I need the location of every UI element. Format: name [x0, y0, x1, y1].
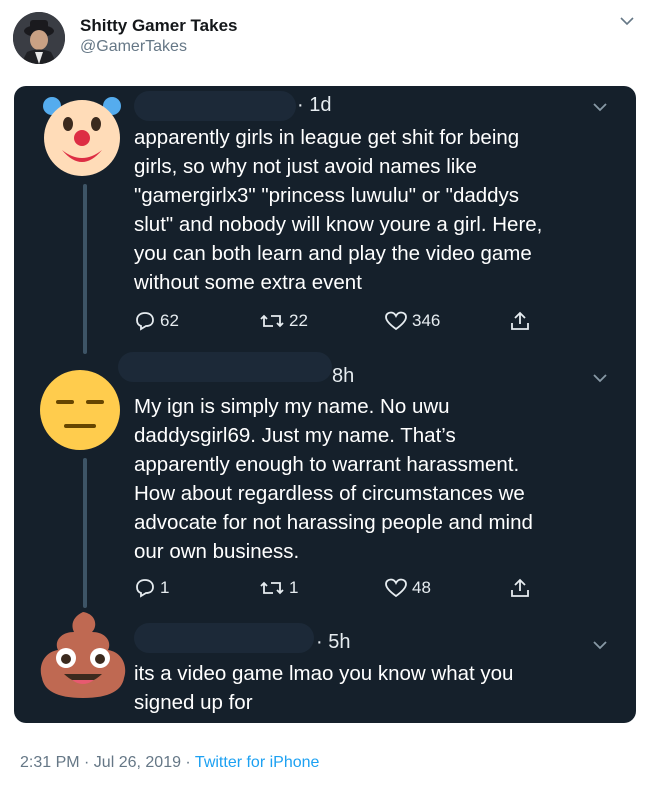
retweet-count: 22: [289, 311, 308, 330]
share-button[interactable]: [509, 306, 535, 336]
chevron-down-icon[interactable]: [592, 639, 608, 651]
tweet-header: Shitty Gamer Takes @GamerTakes: [0, 0, 650, 80]
reply-icon: [136, 312, 154, 331]
tweet-meta: 2:31 PM · Jul 26, 2019 · Twitter for iPh…: [20, 754, 319, 772]
reply-icon: [136, 579, 154, 598]
like-count: 346: [412, 311, 441, 330]
reply-text: apparently girls in league get shit for …: [134, 126, 543, 294]
share-button[interactable]: [509, 573, 535, 603]
reply-time: · 5h: [316, 631, 351, 653]
thread-line: [83, 184, 87, 354]
redacted-username: [118, 352, 332, 382]
reply-count: 1: [160, 578, 170, 597]
redacted-username: [134, 623, 314, 653]
retweet-button[interactable]: 22: [259, 306, 308, 336]
thread-line: [83, 458, 87, 608]
heart-icon: [385, 578, 407, 598]
heart-icon: [385, 311, 407, 331]
tweet-source-link[interactable]: Twitter for iPhone: [195, 754, 320, 771]
retweet-count: 1: [289, 578, 299, 597]
avatar[interactable]: [13, 12, 65, 64]
chevron-down-icon[interactable]: [592, 372, 608, 384]
like-count: 48: [412, 578, 431, 597]
action-bar: 1 1 48: [134, 573, 554, 603]
action-bar: 62 22 346: [134, 306, 554, 336]
expressionless-face-icon: [40, 370, 120, 450]
redacted-username: [134, 91, 296, 121]
clown-face-icon: [43, 97, 121, 176]
retweet-button[interactable]: 1: [259, 573, 298, 603]
reply-button[interactable]: 62: [134, 306, 179, 336]
embedded-screenshot: · 1d apparently girls in league get shit…: [14, 86, 636, 723]
reply-count: 62: [160, 311, 179, 330]
pile-of-poo-icon: [40, 612, 126, 698]
like-button[interactable]: 48: [384, 573, 431, 603]
user-handle[interactable]: @GamerTakes: [80, 38, 187, 56]
like-button[interactable]: 346: [384, 306, 440, 336]
retweet-icon: [260, 314, 284, 328]
reply-text: My ign is simply my name. No uwu daddysg…: [134, 395, 533, 563]
reply-time: · 1d: [297, 94, 332, 116]
display-name[interactable]: Shitty Gamer Takes: [80, 16, 237, 36]
tweet-timestamp[interactable]: 2:31 PM · Jul 26, 2019 ·: [20, 754, 195, 771]
chevron-down-icon[interactable]: [620, 16, 634, 26]
reply-text: its a video game lmao you know what you …: [134, 662, 514, 714]
share-icon: [511, 578, 529, 597]
retweet-icon: [260, 581, 284, 595]
chevron-down-icon[interactable]: [592, 101, 608, 113]
share-icon: [511, 311, 529, 330]
reply-time: 8h: [332, 365, 355, 387]
reply-button[interactable]: 1: [134, 573, 169, 603]
